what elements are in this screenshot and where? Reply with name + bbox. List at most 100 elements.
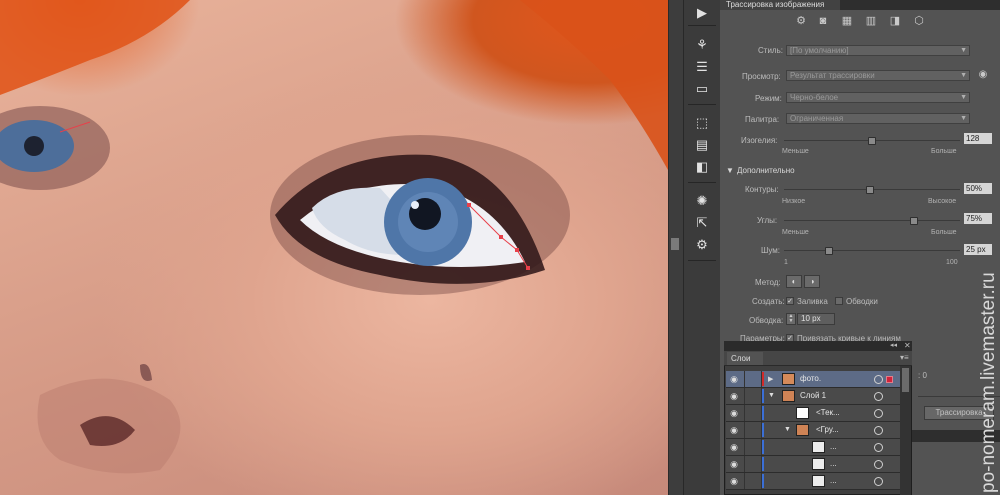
paths-slider-thumb[interactable]	[866, 186, 874, 194]
mode-select[interactable]: Черно-белое ▼	[786, 92, 970, 103]
noise-slider-thumb[interactable]	[825, 247, 833, 255]
threshold-slider-thumb[interactable]	[868, 137, 876, 145]
eye-icon[interactable]: ◉	[728, 476, 740, 486]
layer-thumbnail	[782, 373, 795, 385]
layer-row-path[interactable]: ◉ ...	[726, 439, 900, 456]
watermark: po-nomeram.livemaster.ru	[978, 272, 999, 493]
lock-toggle[interactable]	[744, 422, 762, 438]
eye-icon[interactable]: ◉	[728, 442, 740, 452]
lock-toggle[interactable]	[744, 371, 762, 387]
close-icon[interactable]: ✕	[904, 341, 911, 350]
layer-row-path[interactable]: ◉ ...	[726, 473, 900, 490]
transform-icon[interactable]: ⬚	[692, 114, 712, 132]
outline-icon[interactable]: ⬡	[912, 15, 926, 27]
fill-label: Заливка	[797, 297, 828, 306]
eye-icon[interactable]: ◉	[976, 69, 990, 81]
paths-input[interactable]: 50%	[964, 183, 992, 194]
high-color-icon[interactable]: ◙	[816, 15, 830, 27]
appearance-icon[interactable]: ✺	[692, 192, 712, 210]
grayscale-icon[interactable]: ▥	[864, 15, 878, 27]
fill-checkbox[interactable]: ✓	[786, 297, 794, 305]
layer-row-layer1[interactable]: ◉ ▼ Слой 1	[726, 388, 900, 405]
black-white-icon[interactable]: ◨	[888, 15, 902, 27]
paths-min-label: Низкое	[782, 198, 806, 205]
target-icon[interactable]	[874, 443, 883, 452]
threshold-label: Изогелия:	[741, 136, 778, 145]
spray-icon[interactable]: ⚘	[692, 36, 712, 54]
palette-select[interactable]: Ограниченная ▼	[786, 113, 970, 124]
palette-label: Палитра:	[745, 115, 780, 124]
collapse-icon[interactable]: ◂◂	[890, 341, 897, 349]
layer-color-indicator	[762, 440, 764, 454]
photo-artwork	[0, 0, 668, 474]
lock-toggle[interactable]	[744, 456, 762, 472]
pathfinder-icon[interactable]: ◧	[692, 158, 712, 176]
document-canvas[interactable]	[0, 0, 668, 495]
export-icon[interactable]: ⇱	[692, 214, 712, 232]
stroke-width-input[interactable]: 10 px	[797, 313, 835, 325]
auto-color-icon[interactable]: ⚙	[794, 15, 808, 27]
eye-icon[interactable]: ◉	[728, 408, 740, 418]
target-icon[interactable]	[874, 426, 883, 435]
eye-icon[interactable]: ◉	[728, 425, 740, 435]
target-icon[interactable]	[874, 392, 883, 401]
target-icon[interactable]	[874, 409, 883, 418]
panel-menu-icon[interactable]: ▾≡	[900, 353, 909, 362]
eye-icon[interactable]: ◉	[728, 374, 740, 384]
align-icon[interactable]: ▤	[692, 136, 712, 154]
noise-label: Шум:	[761, 246, 780, 255]
layer-row-text[interactable]: ◉ <Тек...	[726, 405, 900, 422]
style-label: Стиль:	[758, 46, 783, 55]
collapse-arrow-icon[interactable]: ▼	[768, 392, 775, 399]
view-select[interactable]: Результат трассировки ▼	[786, 70, 970, 81]
low-color-icon[interactable]: ▦	[840, 15, 854, 27]
view-select-value: Результат трассировки	[790, 71, 875, 80]
menu-lines-icon[interactable]: ☰	[692, 58, 712, 76]
divider	[688, 25, 716, 26]
lock-toggle[interactable]	[744, 473, 762, 489]
method-overlapping-button[interactable]: ◑	[804, 275, 820, 288]
eye-icon[interactable]: ◉	[728, 459, 740, 469]
expand-arrow-icon[interactable]: ▶	[768, 375, 773, 383]
create-label: Создать:	[752, 297, 785, 306]
stroke-checkbox[interactable]	[835, 297, 843, 305]
lock-toggle[interactable]	[744, 439, 762, 455]
layers-panel-header[interactable]: ◂◂ ✕	[724, 341, 912, 351]
collapse-arrow-icon[interactable]: ▼	[784, 426, 791, 433]
style-select[interactable]: [По умолчанию] ▼	[786, 45, 970, 56]
lock-toggle[interactable]	[744, 405, 762, 421]
play-icon[interactable]: ▶	[692, 4, 712, 22]
corners-slider-thumb[interactable]	[910, 217, 918, 225]
lock-toggle[interactable]	[744, 388, 762, 404]
layer-row-photo[interactable]: ◉ ▶ фото.	[726, 371, 900, 388]
tab-layers[interactable]: Слои	[727, 352, 763, 365]
layer-row-group[interactable]: ◉ ▼ <Гру...	[726, 422, 900, 439]
target-icon[interactable]	[874, 460, 883, 469]
threshold-input[interactable]: 128	[964, 133, 992, 144]
layer-row-path[interactable]: ◉ ...	[726, 456, 900, 473]
corners-slider[interactable]	[784, 220, 960, 221]
chevron-down-icon: ▼	[960, 94, 967, 101]
selection-indicator[interactable]	[886, 376, 893, 383]
view-label: Просмотр:	[742, 72, 781, 81]
advanced-toggle-icon[interactable]: ▼	[726, 166, 734, 175]
noise-slider[interactable]	[784, 250, 960, 251]
layer-color-indicator	[762, 457, 764, 471]
layer-thumbnail	[782, 390, 795, 402]
gradient-icon[interactable]: ▭	[692, 80, 712, 98]
tab-image-trace[interactable]: Трассировка изображения	[720, 0, 840, 10]
advanced-label[interactable]: Дополнительно	[737, 166, 795, 175]
stroke-width-stepper[interactable]: ▲ ▼	[786, 313, 796, 325]
target-icon[interactable]	[874, 477, 883, 486]
eye-icon[interactable]: ◉	[728, 391, 740, 401]
canvas-scroll-thumb[interactable]	[671, 238, 679, 250]
method-abutting-button[interactable]: ◐	[786, 275, 802, 288]
watermark-text: po-nomeram.livemaster.ru	[978, 272, 999, 493]
symbol-icon[interactable]: ⚙	[692, 236, 712, 254]
target-icon[interactable]	[874, 375, 883, 384]
layer-name: ...	[830, 459, 837, 468]
layer-color-indicator	[762, 389, 764, 403]
layer-name: <Тек...	[816, 408, 840, 417]
layers-scroll-thumb[interactable]	[902, 368, 909, 392]
paths-count-text: : 0	[918, 371, 927, 380]
